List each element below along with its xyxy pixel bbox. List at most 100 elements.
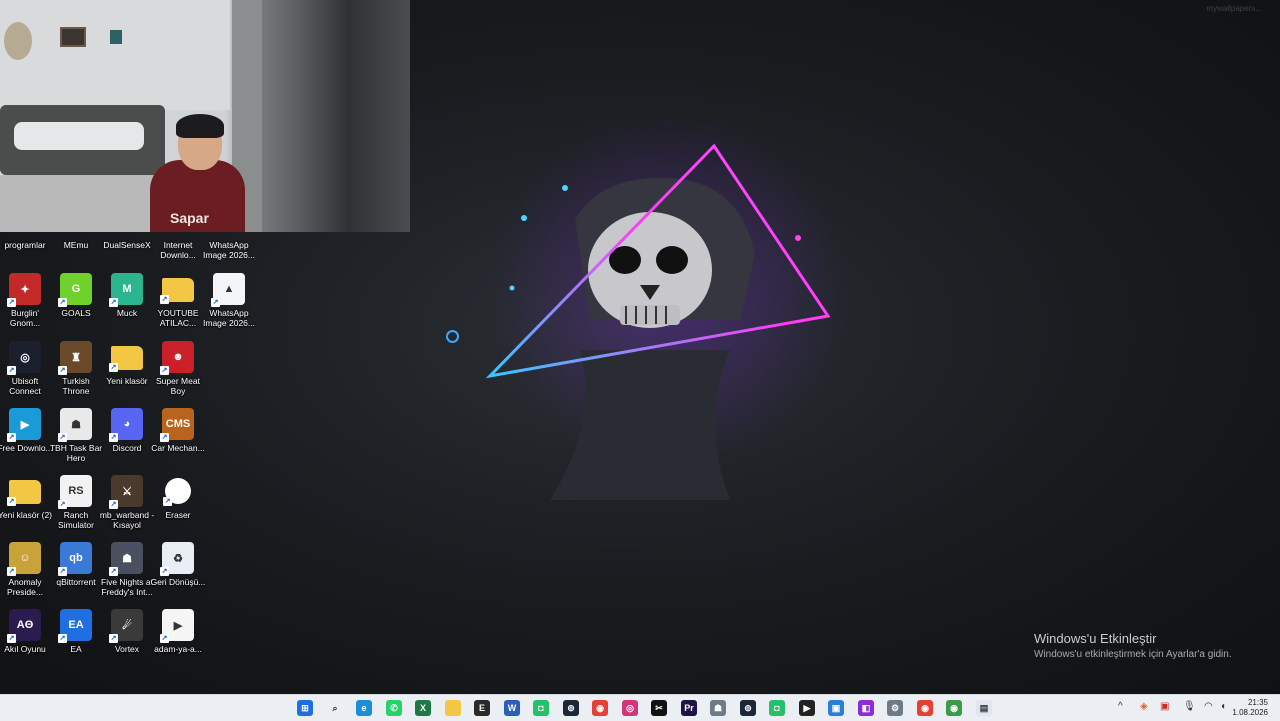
- android-icon[interactable]: ◘: [533, 700, 549, 716]
- desktop-icon[interactable]: CMS ↗ Car Mechan...: [151, 408, 205, 453]
- desktop-icon[interactable]: ☺ ↗ Anomaly Preside...: [0, 542, 50, 597]
- wifi-icon[interactable]: ◠: [1204, 701, 1213, 712]
- desktop-icon-label: Turkish Throne: [62, 376, 90, 396]
- whatsapp-icon[interactable]: ✆: [386, 700, 402, 716]
- notepad-icon[interactable]: ▤: [976, 700, 992, 716]
- wall-mirror: [4, 22, 32, 60]
- edge-icon[interactable]: e: [356, 700, 372, 716]
- desktop-icon-label: Akıl Oyunu: [4, 644, 46, 654]
- desktop-icon[interactable]: AΘ ↗ Akıl Oyunu: [0, 609, 50, 654]
- desktop-icon[interactable]: ♜ ↗ Turkish Throne: [51, 341, 101, 396]
- word-icon[interactable]: W: [504, 700, 520, 716]
- microphone-icon[interactable]: 🎙: [1183, 701, 1196, 712]
- desktop-icon[interactable]: ↗ Yeni klasör: [102, 341, 152, 386]
- desktop-icon[interactable]: ↗ Eraser: [153, 475, 203, 520]
- vortex-icon: ☄ ↗: [109, 609, 143, 643]
- chrome-icon[interactable]: ◉: [917, 700, 933, 716]
- epic-games-icon[interactable]: E: [474, 700, 490, 716]
- desktop-icon-label: Discord: [112, 443, 142, 453]
- chrome-icon[interactable]: ◉: [946, 700, 962, 716]
- muck-app-icon: M ↗: [109, 273, 143, 307]
- busy-cursor-ring: [446, 330, 459, 343]
- desktop-icon-label: Yeni klasör: [106, 376, 148, 386]
- start-icon[interactable]: ⊞: [297, 700, 313, 716]
- desktop-icon[interactable]: ☻ ↗ Super Meat Boy: [153, 341, 203, 396]
- search-icon[interactable]: ⌕: [327, 700, 343, 716]
- desktop-icon[interactable]: ☗ ↗ Five Nights at Freddy's Int...: [101, 542, 153, 597]
- shortcut-arrow-icon: ↗: [58, 500, 67, 509]
- desktop-icon-label[interactable]: WhatsApp Image 2026...: [201, 240, 257, 260]
- chrome-icon[interactable]: ◉: [592, 700, 608, 716]
- tray-app-icon[interactable]: ▣: [1160, 701, 1169, 712]
- shortcut-arrow-icon: ↗: [7, 298, 16, 307]
- taskbar: ⊞ ⌕ e ✆ X E W ◘ ⊚ ◉ ◎ ✂ Pr ☗ ⊚ ◘ ▶ ▣ ◧ ⚙ ◉ ◉ ▤ ^ ◈ ▣ 🎙 ◠ ◖ 21:…: [0, 694, 1280, 721]
- desktop-icon-label: Car Mechan...: [151, 443, 205, 453]
- image-file-icon: ▲ ↗: [211, 273, 245, 307]
- shortcut-arrow-icon: ↗: [58, 634, 67, 643]
- desktop-icon-label: Five Nights at Freddy's Int...: [101, 577, 153, 597]
- app-icon[interactable]: ☗: [710, 700, 726, 716]
- desktop-icon-label[interactable]: Internet Downlo...: [150, 240, 206, 260]
- volume-icon[interactable]: ◖: [1220, 701, 1226, 712]
- premiere-icon[interactable]: Pr: [681, 700, 697, 716]
- shortcut-arrow-icon: ↗: [7, 497, 16, 506]
- tbh-icon: ☗ ↗: [58, 408, 92, 442]
- desktop-icon[interactable]: ⚔ ↗ mb_warband - Kısayol: [100, 475, 154, 530]
- free-download-icon: ▶ ↗: [7, 408, 41, 442]
- desktop-icon-label[interactable]: programlar: [0, 240, 53, 250]
- capcut-icon[interactable]: ✂: [651, 700, 667, 716]
- car-mechanic-icon: CMS ↗: [160, 408, 194, 442]
- desktop-icon[interactable]: M ↗ Muck: [102, 273, 152, 318]
- excel-icon[interactable]: X: [415, 700, 431, 716]
- desktop-icon[interactable]: ☄ ↗ Vortex: [102, 609, 152, 654]
- shortcut-arrow-icon: ↗: [58, 433, 67, 442]
- desktop-icon-label[interactable]: DualSenseX: [99, 240, 155, 250]
- android-icon[interactable]: ◘: [769, 700, 785, 716]
- tray-app-icon[interactable]: ◈: [1140, 701, 1148, 712]
- desktop-icon-label: Geri Dönüşü...: [150, 577, 206, 587]
- desktop-icon[interactable]: ◎ ↗ Ubisoft Connect: [0, 341, 50, 396]
- shortcut-arrow-icon: ↗: [109, 298, 118, 307]
- desktop-icon[interactable]: ☗ ↗ TBH Task Bar Hero: [49, 408, 103, 463]
- store-icon[interactable]: ▣: [828, 700, 844, 716]
- desktop-icon[interactable]: EA ↗ EA: [51, 609, 101, 654]
- settings-icon[interactable]: ⚙: [887, 700, 903, 716]
- desktop-icon-label: Eraser: [165, 510, 191, 520]
- desktop-icon[interactable]: qb ↗ qBittorrent: [51, 542, 101, 587]
- twitch-icon[interactable]: ◧: [858, 700, 874, 716]
- desktop-icon[interactable]: ↗ Yeni klasör (2): [0, 475, 52, 520]
- desktop-icon-label: Anomaly Preside...: [7, 577, 43, 597]
- steam-icon[interactable]: ⊚: [563, 700, 579, 716]
- desktop-icon-label: Ranch Simulator: [58, 510, 94, 530]
- desktop-icon[interactable]: ▶ ↗ adam-ya-a...: [153, 609, 203, 654]
- desktop-icon[interactable]: ♻ ↗ Geri Dönüşü...: [150, 542, 206, 587]
- file-explorer-icon[interactable]: [445, 700, 461, 716]
- taskbar-clock[interactable]: 21:35 1.08.2026: [1232, 698, 1268, 718]
- wallpaper-skull-art: [485, 120, 850, 500]
- shortcut-arrow-icon: ↗: [160, 295, 169, 304]
- desktop-icon-label[interactable]: MEmu: [48, 240, 104, 250]
- desktop-icon[interactable]: ↗ YOUTUBE ATILAC...: [153, 273, 203, 328]
- desktop-icon[interactable]: ✦ ↗ Burglin' Gnom...: [0, 273, 50, 328]
- desktop-icon-label: Ubisoft Connect: [9, 376, 41, 396]
- instagram-icon[interactable]: ◎: [622, 700, 638, 716]
- ubisoft-icon: ◎ ↗: [7, 341, 41, 375]
- desktop-icon[interactable]: RS ↗ Ranch Simulator: [51, 475, 101, 530]
- desktop-icon-label: TBH Task Bar Hero: [49, 443, 103, 463]
- shortcut-arrow-icon: ↗: [163, 497, 172, 506]
- activation-title: Windows'u Etkinleştir: [1034, 631, 1157, 646]
- desktop-icon[interactable]: G ↗ GOALS: [51, 273, 101, 318]
- desktop-icon[interactable]: ▶ ↗ Free Downlo...: [0, 408, 53, 453]
- desktop-icon[interactable]: ▲ ↗ WhatsApp Image 2026...: [203, 273, 255, 328]
- tray-overflow-icon[interactable]: ^: [1118, 701, 1123, 712]
- desktop-icon-label: qBittorrent: [56, 577, 96, 587]
- steam-icon[interactable]: ⊚: [740, 700, 756, 716]
- desktop-icon-label: EA: [70, 644, 82, 654]
- media-player-icon[interactable]: ▶: [799, 700, 815, 716]
- folder-icon: ↗: [160, 278, 194, 304]
- gnome-app-icon: ✦ ↗: [7, 273, 41, 307]
- desktop-icon[interactable]: ◕ ↗ Discord: [102, 408, 152, 453]
- video-file-icon: ▶ ↗: [160, 609, 194, 643]
- shirt-text: Sapar: [170, 210, 209, 226]
- wall-frame: [110, 30, 122, 44]
